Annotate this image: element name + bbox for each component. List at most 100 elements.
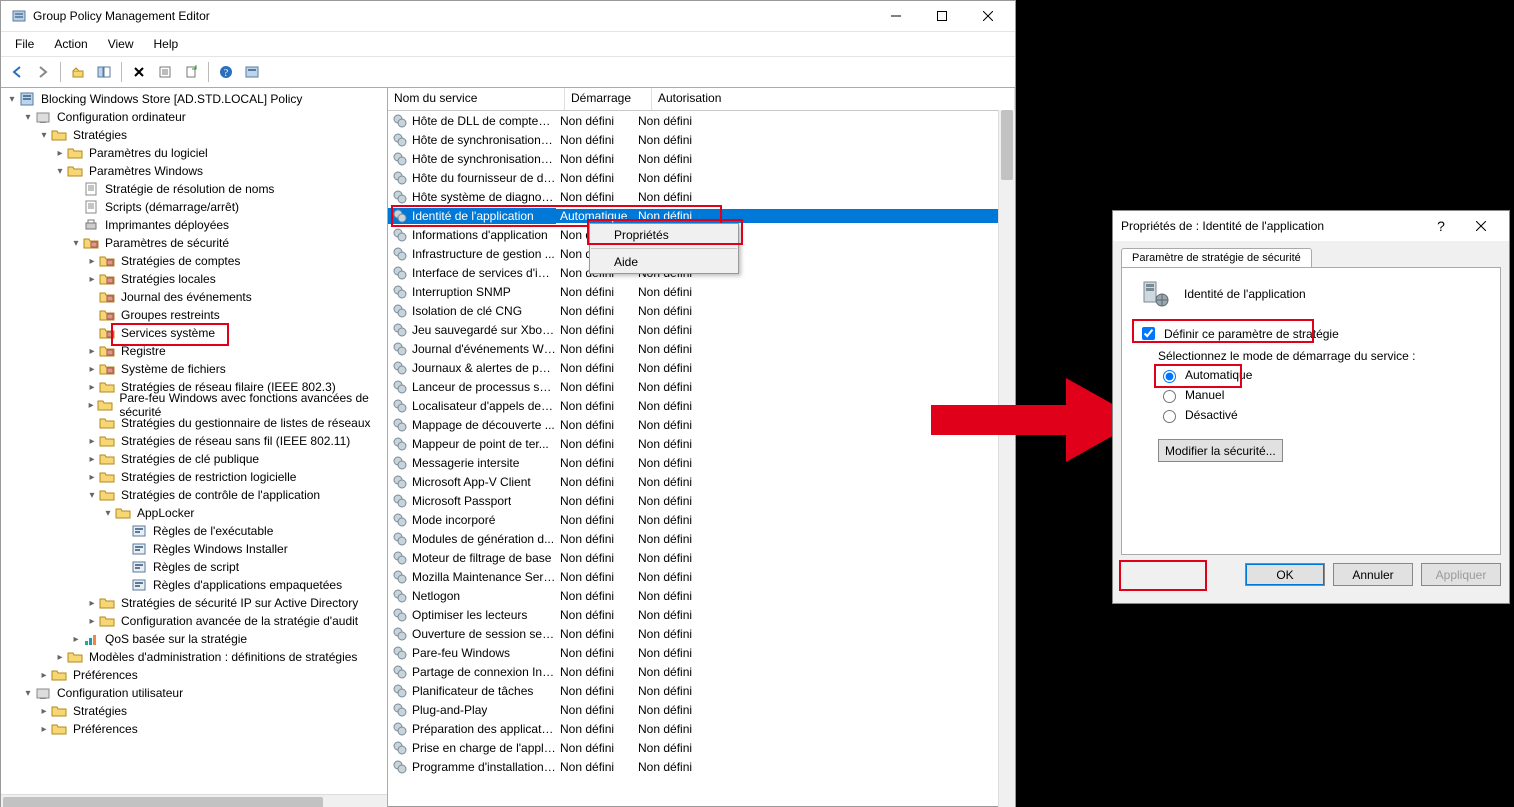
tree-item[interactable]: ▸Stratégies de comptes bbox=[5, 252, 387, 270]
dialog-titlebar[interactable]: Propriétés de : Identité de l'applicatio… bbox=[1113, 211, 1509, 241]
service-row[interactable]: Lanceur de processus serv...Non définiNo… bbox=[388, 377, 1015, 396]
tree-item[interactable]: Règles d'applications empaquetées bbox=[5, 576, 387, 594]
maximize-button[interactable] bbox=[919, 1, 965, 31]
expander-icon[interactable]: ▸ bbox=[85, 256, 99, 267]
forward-button[interactable] bbox=[31, 60, 55, 84]
expander-icon[interactable]: ▸ bbox=[85, 382, 99, 393]
service-row[interactable]: Mappage de découverte ...Non définiNon d… bbox=[388, 415, 1015, 434]
col-startup[interactable]: Démarrage bbox=[565, 88, 652, 110]
service-row[interactable]: Hôte système de diagnost...Non définiNon… bbox=[388, 187, 1015, 206]
tree-item[interactable]: ▾Stratégies bbox=[5, 126, 387, 144]
service-row[interactable]: Journal d'événements Wi...Non définiNon … bbox=[388, 339, 1015, 358]
service-row[interactable]: Messagerie intersiteNon définiNon défini bbox=[388, 453, 1015, 472]
tree-item[interactable]: ▸Préférences bbox=[5, 720, 387, 738]
ctx-help[interactable]: Aide bbox=[590, 251, 738, 273]
export-button[interactable] bbox=[179, 60, 203, 84]
expander-icon[interactable]: ▸ bbox=[85, 598, 99, 609]
ok-button[interactable]: OK bbox=[1245, 563, 1325, 586]
tree-item[interactable]: Stratégies du gestionnaire de listes de … bbox=[5, 414, 387, 432]
expander-icon[interactable]: ▸ bbox=[85, 346, 99, 357]
service-row[interactable]: Microsoft PassportNon définiNon défini bbox=[388, 491, 1015, 510]
radio-automatic[interactable] bbox=[1163, 370, 1176, 383]
service-row[interactable]: Planificateur de tâchesNon définiNon déf… bbox=[388, 681, 1015, 700]
service-row[interactable]: Hôte de synchronisation_...Non définiNon… bbox=[388, 149, 1015, 168]
tree-item[interactable]: ▸Paramètres du logiciel bbox=[5, 144, 387, 162]
tree-item[interactable]: Règles de l'exécutable bbox=[5, 522, 387, 540]
tree-item[interactable]: ▾Paramètres Windows bbox=[5, 162, 387, 180]
service-row[interactable]: Prise en charge de l'applic...Non défini… bbox=[388, 738, 1015, 757]
service-row[interactable]: Mode incorporéNon définiNon défini bbox=[388, 510, 1015, 529]
menu-help[interactable]: Help bbox=[144, 35, 189, 53]
tree-item[interactable]: Règles Windows Installer bbox=[5, 540, 387, 558]
menu-file[interactable]: File bbox=[5, 35, 44, 53]
define-policy-checkbox[interactable] bbox=[1142, 327, 1155, 340]
tree-item[interactable]: Journal des événements bbox=[5, 288, 387, 306]
service-row[interactable]: Hôte du fournisseur de dé...Non définiNo… bbox=[388, 168, 1015, 187]
tree-item[interactable]: ▸Préférences bbox=[5, 666, 387, 684]
service-list[interactable]: Hôte de DLL de compteur...Non définiNon … bbox=[388, 111, 1015, 807]
dialog-help-button[interactable]: ? bbox=[1421, 211, 1461, 241]
expander-icon[interactable]: ▸ bbox=[85, 454, 99, 465]
expander-icon[interactable]: ▸ bbox=[85, 400, 97, 411]
apply-button[interactable]: Appliquer bbox=[1421, 563, 1501, 586]
tree-item[interactable]: ▸QoS basée sur la stratégie bbox=[5, 630, 387, 648]
expander-icon[interactable]: ▾ bbox=[37, 130, 51, 141]
service-row[interactable]: NetlogonNon définiNon défini bbox=[388, 586, 1015, 605]
tree-item[interactable]: ▾Configuration utilisateur bbox=[5, 684, 387, 702]
tree-item[interactable]: Scripts (démarrage/arrêt) bbox=[5, 198, 387, 216]
service-row[interactable]: Mappeur de point de ter...Non définiNon … bbox=[388, 434, 1015, 453]
close-button[interactable] bbox=[965, 1, 1011, 31]
service-row[interactable]: Programme d'installation ...Non définiNo… bbox=[388, 757, 1015, 776]
show-hide-tree-button[interactable] bbox=[92, 60, 116, 84]
tree-item[interactable]: Stratégie de résolution de noms bbox=[5, 180, 387, 198]
expander-icon[interactable]: ▾ bbox=[21, 688, 35, 699]
service-row[interactable]: Isolation de clé CNGNon définiNon défini bbox=[388, 301, 1015, 320]
expander-icon[interactable]: ▸ bbox=[53, 148, 67, 159]
tree-item[interactable]: ▸Stratégies de restriction logicielle bbox=[5, 468, 387, 486]
service-row[interactable]: Interruption SNMPNon définiNon défini bbox=[388, 282, 1015, 301]
tree-item[interactable]: ▾Configuration ordinateur bbox=[5, 108, 387, 126]
expander-icon[interactable]: ▾ bbox=[69, 238, 83, 249]
tree-item[interactable]: ▾Paramètres de sécurité bbox=[5, 234, 387, 252]
delete-button[interactable] bbox=[127, 60, 151, 84]
tree-pane[interactable]: ▾Blocking Windows Store [AD.STD.LOCAL] P… bbox=[1, 88, 388, 807]
tree-item[interactable]: ▾Blocking Windows Store [AD.STD.LOCAL] P… bbox=[5, 90, 387, 108]
service-row[interactable]: Journaux & alertes de perf...Non définiN… bbox=[388, 358, 1015, 377]
service-row[interactable]: Localisateur d'appels de p...Non définiN… bbox=[388, 396, 1015, 415]
expander-icon[interactable]: ▾ bbox=[21, 112, 35, 123]
help-button[interactable]: ? bbox=[214, 60, 238, 84]
radio-disabled[interactable] bbox=[1163, 410, 1176, 423]
service-row[interactable]: Modules de génération d...Non définiNon … bbox=[388, 529, 1015, 548]
expander-icon[interactable]: ▸ bbox=[85, 436, 99, 447]
service-row[interactable]: Hôte de DLL de compteur...Non définiNon … bbox=[388, 111, 1015, 130]
modify-security-button[interactable]: Modifier la sécurité... bbox=[1158, 439, 1283, 462]
service-row[interactable]: Partage de connexion Inte...Non définiNo… bbox=[388, 662, 1015, 681]
cancel-button[interactable]: Annuler bbox=[1333, 563, 1413, 586]
expander-icon[interactable]: ▸ bbox=[53, 652, 67, 663]
expander-icon[interactable]: ▾ bbox=[101, 508, 115, 519]
tree-item[interactable]: ▾AppLocker bbox=[5, 504, 387, 522]
tree-item[interactable]: Imprimantes déployées bbox=[5, 216, 387, 234]
tree-item[interactable]: ▸Stratégies locales bbox=[5, 270, 387, 288]
radio-manual[interactable] bbox=[1163, 390, 1176, 403]
tab-policy-setting[interactable]: Paramètre de stratégie de sécurité bbox=[1121, 248, 1312, 267]
tree-item[interactable]: Groupes restreints bbox=[5, 306, 387, 324]
service-row[interactable]: Optimiser les lecteursNon définiNon défi… bbox=[388, 605, 1015, 624]
expander-icon[interactable]: ▸ bbox=[85, 364, 99, 375]
service-row[interactable]: Pare-feu WindowsNon définiNon défini bbox=[388, 643, 1015, 662]
tree-item[interactable]: Règles de script bbox=[5, 558, 387, 576]
back-button[interactable] bbox=[5, 60, 29, 84]
filter-button[interactable] bbox=[240, 60, 264, 84]
tree-item[interactable]: ▸Modèles d'administration : définitions … bbox=[5, 648, 387, 666]
dialog-close-button[interactable] bbox=[1461, 211, 1501, 241]
expander-icon[interactable]: ▸ bbox=[85, 274, 99, 285]
service-row[interactable]: Hôte de synchronisation_...Non définiNon… bbox=[388, 130, 1015, 149]
expander-icon[interactable]: ▾ bbox=[85, 490, 99, 501]
tree-item[interactable]: ▸Stratégies de réseau sans fil (IEEE 802… bbox=[5, 432, 387, 450]
tree-item[interactable]: ▾Stratégies de contrôle de l'application bbox=[5, 486, 387, 504]
menu-action[interactable]: Action bbox=[44, 35, 97, 53]
service-row[interactable]: Ouverture de session seco...Non définiNo… bbox=[388, 624, 1015, 643]
expander-icon[interactable]: ▾ bbox=[53, 166, 67, 177]
expander-icon[interactable]: ▸ bbox=[69, 634, 83, 645]
tree-item[interactable]: ▸Configuration avancée de la stratégie d… bbox=[5, 612, 387, 630]
